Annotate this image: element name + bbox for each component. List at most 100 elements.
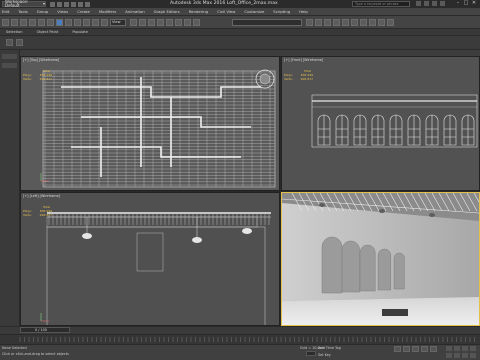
viewport-label[interactable]: [+] [Front] [Wireframe] [284, 58, 323, 62]
mirror-icon[interactable] [306, 19, 313, 26]
star-icon[interactable] [432, 1, 437, 6]
menu-item[interactable]: Edit [2, 9, 9, 14]
zoom-all-icon[interactable] [454, 346, 460, 351]
menu-item[interactable]: Create [77, 9, 90, 14]
workspace-dropdown[interactable]: Workspace: Default ▾ [2, 0, 46, 8]
menu-item[interactable]: Tools [18, 9, 27, 14]
undo-icon[interactable] [2, 19, 9, 26]
render-setup-icon[interactable] [369, 19, 376, 26]
edit-named-sets-icon[interactable] [193, 19, 200, 26]
menu-item[interactable]: Graph Editors [154, 9, 180, 14]
menu-item[interactable]: Rendering [189, 9, 208, 14]
command-button[interactable] [2, 63, 17, 68]
menu-item[interactable]: Civil View [217, 9, 235, 14]
maximize-viewport-icon[interactable] [470, 353, 476, 358]
maximize-icon[interactable]: □ [462, 0, 470, 7]
new-icon[interactable] [50, 1, 55, 7]
menu-item[interactable]: Group [37, 9, 49, 14]
window-controls: – □ ✕ [454, 0, 478, 7]
keyboard-icon[interactable] [148, 19, 155, 26]
ribbon-tool-icon[interactable] [16, 39, 23, 46]
menu-item[interactable]: Modifiers [99, 9, 116, 14]
project-icon[interactable] [85, 1, 90, 7]
ribbon-tool-icon[interactable] [6, 39, 13, 46]
rotate-icon[interactable] [101, 19, 108, 26]
viewport-left[interactable]: [+] [Left] [Wireframe] Total Polys: 836 9… [20, 192, 280, 326]
reference-coord-dropdown[interactable]: View [110, 19, 126, 26]
time-slider[interactable] [0, 326, 480, 334]
redo-icon[interactable] [11, 19, 18, 26]
left-wireframe [40, 212, 271, 325]
ribbon-tab[interactable]: Populate [72, 30, 88, 34]
named-selection-sets[interactable] [232, 19, 302, 26]
pan-icon[interactable] [454, 353, 460, 358]
select-icon[interactable] [56, 19, 63, 26]
ribbon-panel [0, 36, 480, 50]
track-bar[interactable] [0, 334, 480, 344]
pivot-icon[interactable] [130, 19, 137, 26]
graphite-icon[interactable] [333, 19, 340, 26]
layers-icon[interactable] [324, 19, 331, 26]
menu-item[interactable]: Customize [244, 9, 264, 14]
bind-icon[interactable] [38, 19, 45, 26]
add-time-tag[interactable]: Add Time Tag [318, 346, 341, 350]
set-key-button[interactable]: Set Key [318, 353, 331, 357]
material-editor-icon[interactable] [360, 19, 367, 26]
command-button[interactable] [2, 54, 17, 59]
status-selection: None Selected [2, 346, 27, 350]
workspace-label: Workspace: Default [5, 0, 29, 8]
play-icon[interactable] [412, 346, 419, 352]
snap-icon[interactable] [157, 19, 164, 26]
viewport-perspective[interactable] [281, 192, 480, 326]
spinner-snap-icon[interactable] [184, 19, 191, 26]
align-icon[interactable] [315, 19, 322, 26]
filter-icon[interactable] [47, 19, 54, 26]
zoom-extents-all-icon[interactable] [470, 346, 476, 351]
frame-counter[interactable]: 0 / 100 [20, 327, 70, 333]
unlink-icon[interactable] [29, 19, 36, 26]
zoom-extents-icon[interactable] [462, 346, 468, 351]
save-icon[interactable] [64, 1, 69, 7]
window-crossing-icon[interactable] [83, 19, 90, 26]
move-icon[interactable] [92, 19, 99, 26]
next-frame-icon[interactable] [421, 346, 428, 352]
select-by-name-icon[interactable] [65, 19, 72, 26]
previous-frame-icon[interactable] [403, 346, 410, 352]
orbit-icon[interactable] [462, 353, 468, 358]
menu-item[interactable]: Views [57, 9, 68, 14]
zoom-icon[interactable] [446, 346, 452, 351]
region-icon[interactable] [74, 19, 81, 26]
ribbon-tab[interactable]: Selection [6, 30, 23, 34]
manipulate-icon[interactable] [139, 19, 146, 26]
schematic-icon[interactable] [351, 19, 358, 26]
render-frame-icon[interactable] [378, 19, 385, 26]
key-box[interactable] [306, 351, 316, 356]
viewport-top[interactable]: [+] [Top] [Wireframe] Total Polys: 836 99… [20, 56, 280, 191]
undo-icon[interactable] [71, 1, 76, 7]
ribbon-tab[interactable]: Object Paint [37, 30, 59, 34]
ribbon-tabs: Selection Object Paint Populate [0, 29, 480, 36]
link-icon[interactable] [20, 19, 27, 26]
viewport-stats: Total Polys: 836 996 Verts: 696 817 [23, 69, 52, 81]
menu-item[interactable]: Animation [125, 9, 144, 14]
percent-snap-icon[interactable] [175, 19, 182, 26]
angle-snap-icon[interactable] [166, 19, 173, 26]
go-to-end-icon[interactable] [430, 346, 437, 352]
viewport-label[interactable]: [+] [Left] [Wireframe] [23, 194, 60, 198]
menu-item[interactable]: Scripting [273, 9, 290, 14]
help-icon[interactable] [440, 1, 445, 6]
minimize-icon[interactable]: – [454, 0, 462, 7]
menu-item[interactable]: Help [299, 9, 308, 14]
search-icon[interactable] [416, 1, 421, 6]
curve-editor-icon[interactable] [342, 19, 349, 26]
search-input[interactable]: Type a keyword or phrase [352, 1, 410, 7]
open-icon[interactable] [57, 1, 62, 7]
field-of-view-icon[interactable] [446, 353, 452, 358]
render-icon[interactable] [387, 19, 394, 26]
close-icon[interactable]: ✕ [470, 0, 478, 7]
redo-icon[interactable] [78, 1, 83, 7]
viewport-label[interactable]: [+] [Top] [Wireframe] [23, 58, 59, 62]
viewport-front[interactable]: [+] [Front] [Wireframe] Total Polys: 836 … [281, 56, 480, 191]
user-icon[interactable] [424, 1, 429, 6]
go-to-start-icon[interactable] [394, 346, 401, 352]
